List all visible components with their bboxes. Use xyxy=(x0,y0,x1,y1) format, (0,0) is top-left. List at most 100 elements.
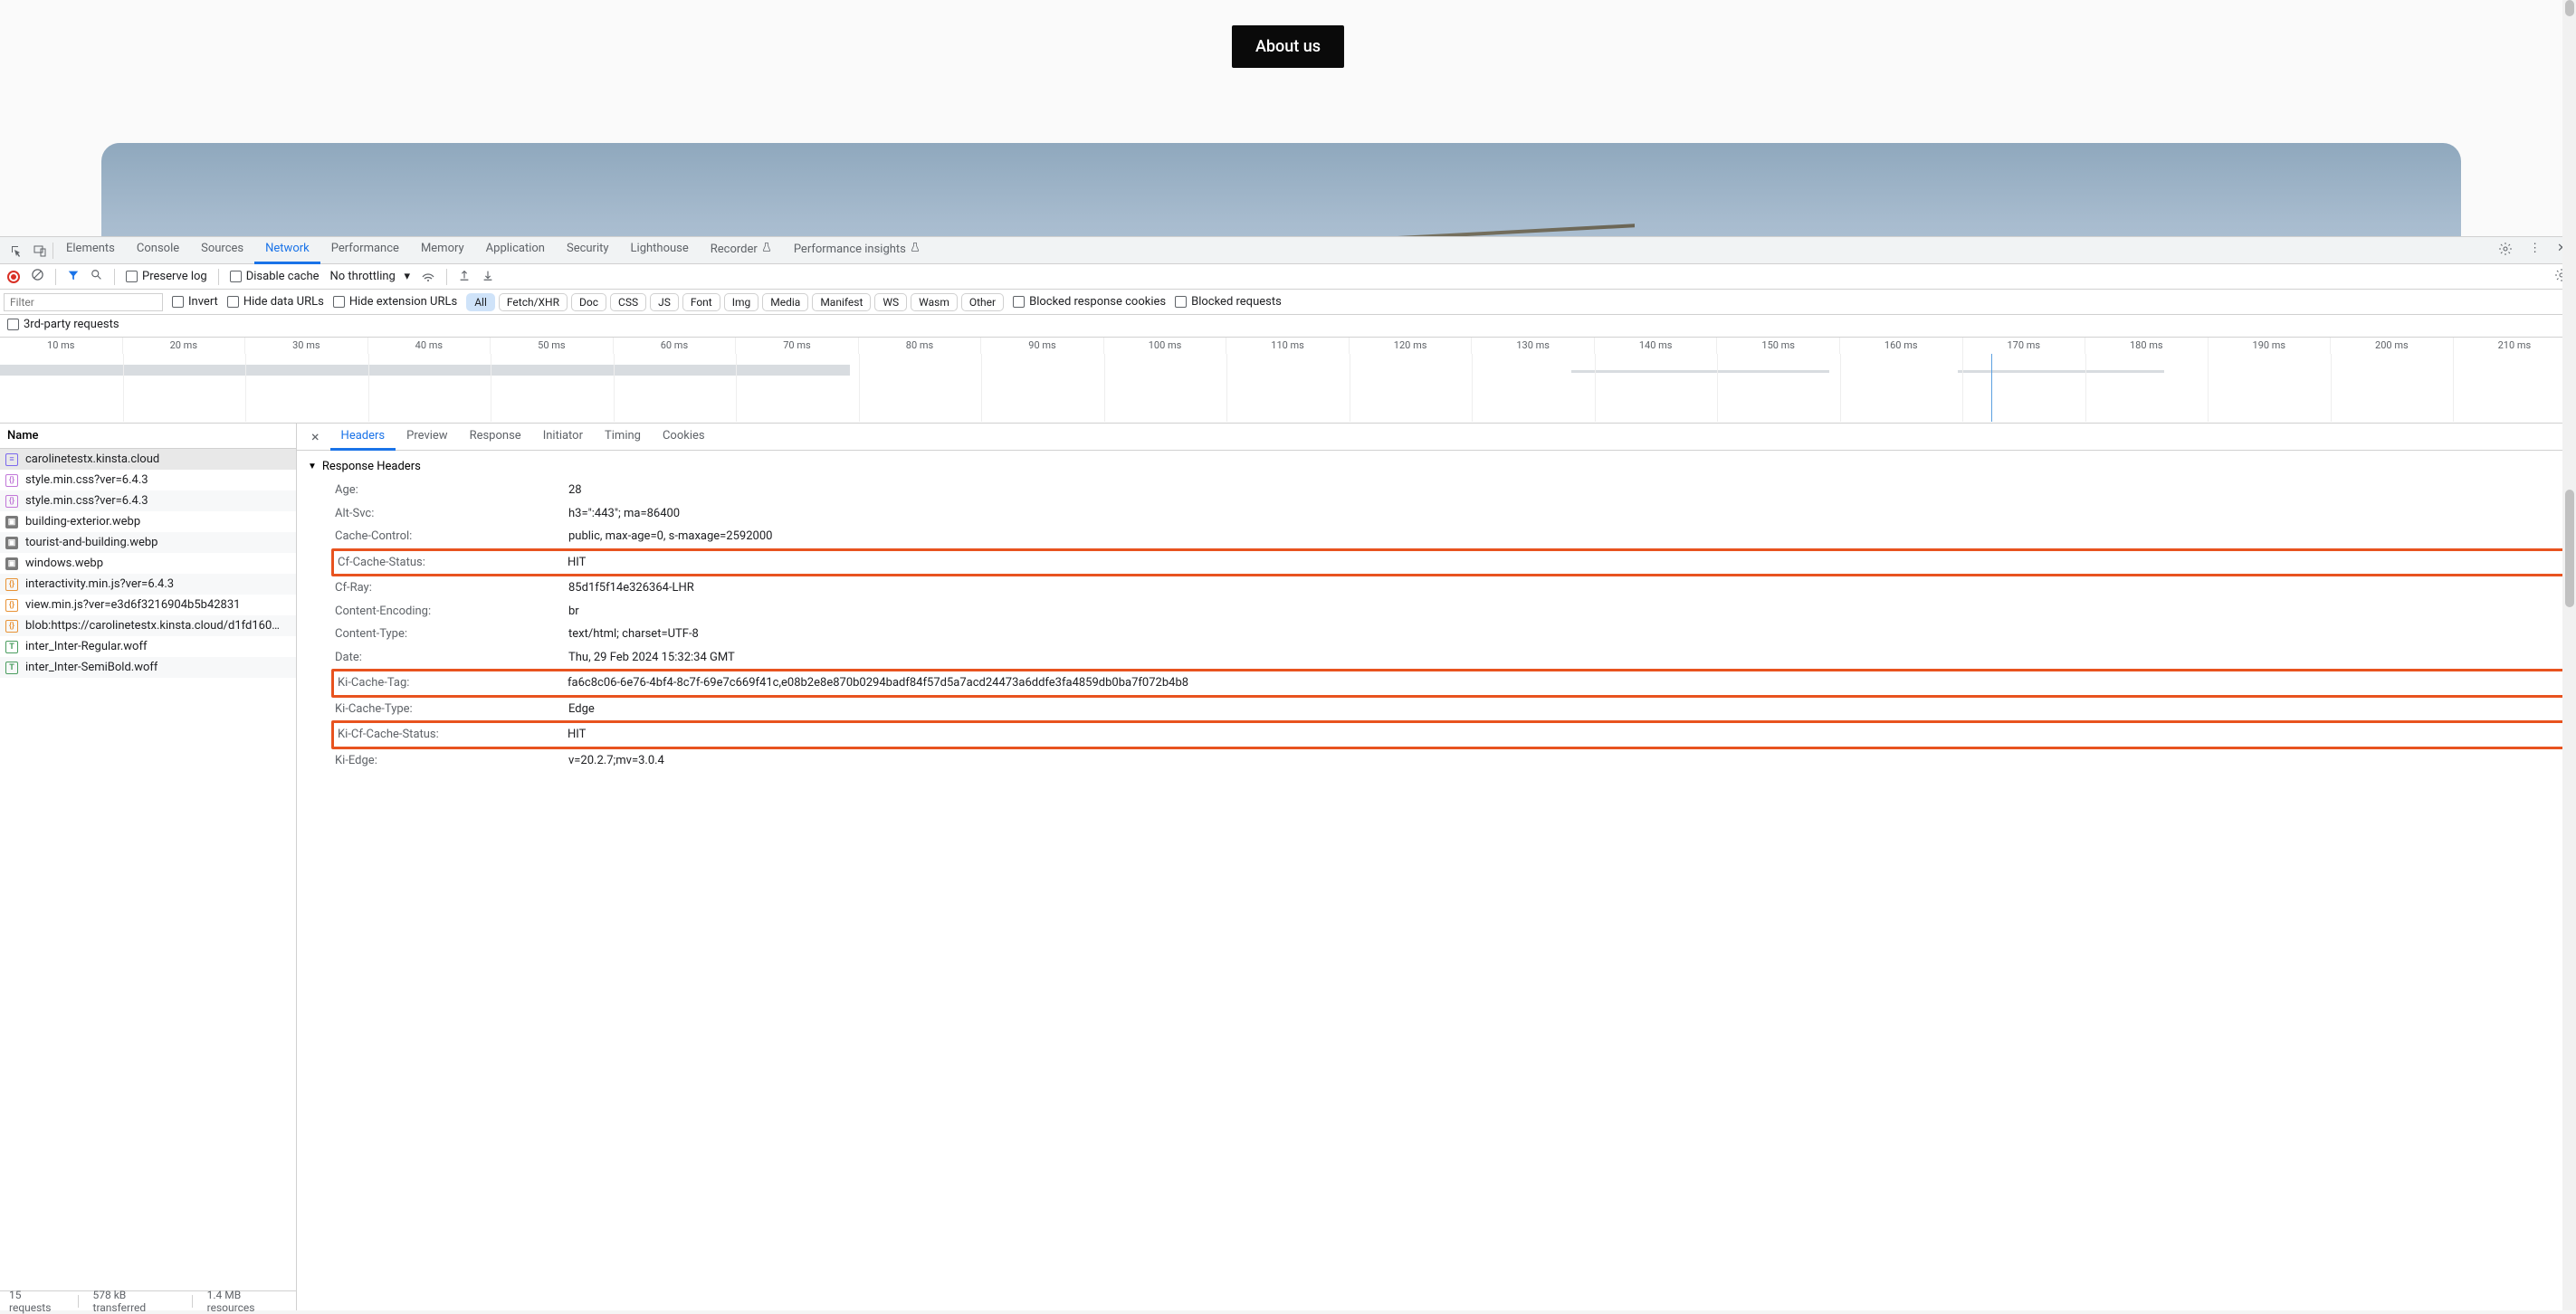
third-party-checkbox[interactable]: 3rd-party requests xyxy=(7,318,119,331)
request-list: Name ≡carolinetestx.kinsta.cloud{}style.… xyxy=(0,424,297,1310)
type-chip-manifest[interactable]: Manifest xyxy=(812,293,871,311)
request-row[interactable]: {}style.min.css?ver=6.4.3 xyxy=(0,490,296,511)
details-tab-timing[interactable]: Timing xyxy=(594,424,652,451)
preserve-log-checkbox[interactable]: Preserve log xyxy=(126,270,207,283)
close-details-icon[interactable]: × xyxy=(304,428,327,445)
request-row[interactable]: {}interactivity.min.js?ver=6.4.3 xyxy=(0,574,296,595)
device-toggle-icon[interactable] xyxy=(29,243,51,258)
settings-icon[interactable] xyxy=(2495,238,2516,263)
type-chip-doc[interactable]: Doc xyxy=(571,293,606,311)
tab-console[interactable]: Console xyxy=(126,236,190,264)
filter-bar: Invert Hide data URLs Hide extension URL… xyxy=(0,290,2576,315)
type-chip-wasm[interactable]: Wasm xyxy=(911,293,958,311)
request-name: inter_Inter-Regular.woff xyxy=(25,640,148,653)
webpage-preview: About us xyxy=(0,0,2576,236)
header-value: Edge xyxy=(568,700,595,719)
record-button[interactable] xyxy=(7,271,20,283)
clear-button[interactable] xyxy=(31,268,44,285)
request-name: style.min.css?ver=6.4.3 xyxy=(25,473,148,487)
tab-security[interactable]: Security xyxy=(556,236,620,264)
resources-size: 1.4 MB resources xyxy=(207,1289,287,1314)
type-chip-ws[interactable]: WS xyxy=(874,293,907,311)
header-value: fa6c8c06-6e76-4bf4-8c7f-69e7c669f41c,e08… xyxy=(568,674,1188,692)
tab-lighthouse[interactable]: Lighthouse xyxy=(620,236,700,264)
tab-application[interactable]: Application xyxy=(475,236,556,264)
img-file-icon: ▣ xyxy=(5,516,18,528)
js-file-icon: {} xyxy=(5,599,18,612)
timeline-tick: 30 ms xyxy=(245,338,368,354)
disclosure-triangle-icon: ▼ xyxy=(308,462,317,471)
filter-input[interactable] xyxy=(4,293,163,311)
download-har-icon[interactable] xyxy=(482,269,494,285)
tab-elements[interactable]: Elements xyxy=(55,236,126,264)
devtools-tabs: ElementsConsoleSourcesNetworkPerformance… xyxy=(0,237,2576,264)
details-tab-headers[interactable]: Headers xyxy=(330,424,396,451)
upload-har-icon[interactable] xyxy=(458,269,471,285)
disable-cache-checkbox[interactable]: Disable cache xyxy=(230,270,320,283)
timeline-tick: 210 ms xyxy=(2454,338,2576,354)
status-bar: 15 requests 578 kB transferred 1.4 MB re… xyxy=(0,1290,296,1310)
type-chip-all[interactable]: All xyxy=(466,293,495,311)
img-file-icon: ▣ xyxy=(5,537,18,549)
tab-memory[interactable]: Memory xyxy=(410,236,475,264)
request-row[interactable]: {}style.min.css?ver=6.4.3 xyxy=(0,470,296,490)
tab-network[interactable]: Network xyxy=(254,236,320,264)
header-key: Cf-Cache-Status: xyxy=(338,554,568,572)
request-row[interactable]: ▣tourist-and-building.webp xyxy=(0,532,296,553)
tab-performance[interactable]: Performance xyxy=(320,236,410,264)
invert-checkbox[interactable]: Invert xyxy=(172,295,218,309)
details-tab-initiator[interactable]: Initiator xyxy=(532,424,594,451)
type-chip-font[interactable]: Font xyxy=(682,293,720,311)
tab-sources[interactable]: Sources xyxy=(190,236,254,264)
request-row[interactable]: Tinter_Inter-Regular.woff xyxy=(0,636,296,657)
type-chip-other[interactable]: Other xyxy=(961,293,1004,311)
header-key: Cache-Control: xyxy=(335,528,568,546)
type-chip-js[interactable]: JS xyxy=(650,293,679,311)
about-us-button[interactable]: About us xyxy=(1232,25,1344,68)
timeline-tick: 20 ms xyxy=(123,338,246,354)
blocked-requests-checkbox[interactable]: Blocked requests xyxy=(1175,295,1282,309)
devtools-scrollbar[interactable] xyxy=(2562,236,2576,1310)
network-conditions-icon[interactable] xyxy=(421,268,435,286)
response-headers-section[interactable]: ▼ Response Headers xyxy=(297,454,2576,479)
details-tab-cookies[interactable]: Cookies xyxy=(652,424,716,451)
search-icon[interactable] xyxy=(91,269,103,285)
page-scrollbar[interactable] xyxy=(2562,0,2576,236)
type-chip-fetchxhr[interactable]: Fetch/XHR xyxy=(499,293,568,311)
timeline-tick: 80 ms xyxy=(859,338,982,354)
request-list-header[interactable]: Name xyxy=(0,424,296,449)
details-tab-response[interactable]: Response xyxy=(459,424,532,451)
more-icon[interactable]: ⋮ xyxy=(2525,238,2544,263)
hide-data-urls-checkbox[interactable]: Hide data URLs xyxy=(227,295,324,309)
details-tab-preview[interactable]: Preview xyxy=(396,424,458,451)
request-row[interactable]: ≡carolinetestx.kinsta.cloud xyxy=(0,449,296,470)
timeline-tick: 110 ms xyxy=(1226,338,1350,354)
request-row[interactable]: {}blob:https://carolinetestx.kinsta.clou… xyxy=(0,615,296,636)
timeline-overview[interactable]: 10 ms20 ms30 ms40 ms50 ms60 ms70 ms80 ms… xyxy=(0,338,2576,424)
request-row[interactable]: ▣building-exterior.webp xyxy=(0,511,296,532)
timeline-tick: 200 ms xyxy=(2331,338,2454,354)
header-key: Ki-Cache-Type: xyxy=(335,700,568,719)
blocked-cookies-checkbox[interactable]: Blocked response cookies xyxy=(1013,295,1166,309)
tab-recorder[interactable]: Recorder xyxy=(700,236,783,264)
header-key: Ki-Cf-Cache-Status: xyxy=(338,726,568,744)
request-row[interactable]: {}view.min.js?ver=e3d6f3216904b5b42831 xyxy=(0,595,296,615)
header-key: Ki-Edge: xyxy=(335,752,568,770)
header-value: h3=":443"; ma=86400 xyxy=(568,505,680,523)
type-chip-media[interactable]: Media xyxy=(762,293,808,311)
inspect-icon[interactable] xyxy=(5,243,27,258)
filter-icon[interactable] xyxy=(67,269,80,285)
type-chip-css[interactable]: CSS xyxy=(610,293,646,311)
timeline-tick: 10 ms xyxy=(0,338,123,354)
hero-image xyxy=(101,143,2461,236)
transferred-size: 578 kB transferred xyxy=(93,1289,177,1314)
timeline-tick: 60 ms xyxy=(614,338,737,354)
throttling-select[interactable]: No throttling ▾ xyxy=(330,270,411,283)
header-value: HIT xyxy=(568,726,586,744)
type-chip-img[interactable]: Img xyxy=(724,293,759,311)
details-tabs: × HeadersPreviewResponseInitiatorTimingC… xyxy=(297,424,2576,451)
request-row[interactable]: Tinter_Inter-SemiBold.woff xyxy=(0,657,296,678)
request-row[interactable]: ▣windows.webp xyxy=(0,553,296,574)
hide-extension-urls-checkbox[interactable]: Hide extension URLs xyxy=(333,295,457,309)
tab-performance-insights[interactable]: Performance insights xyxy=(783,236,931,264)
